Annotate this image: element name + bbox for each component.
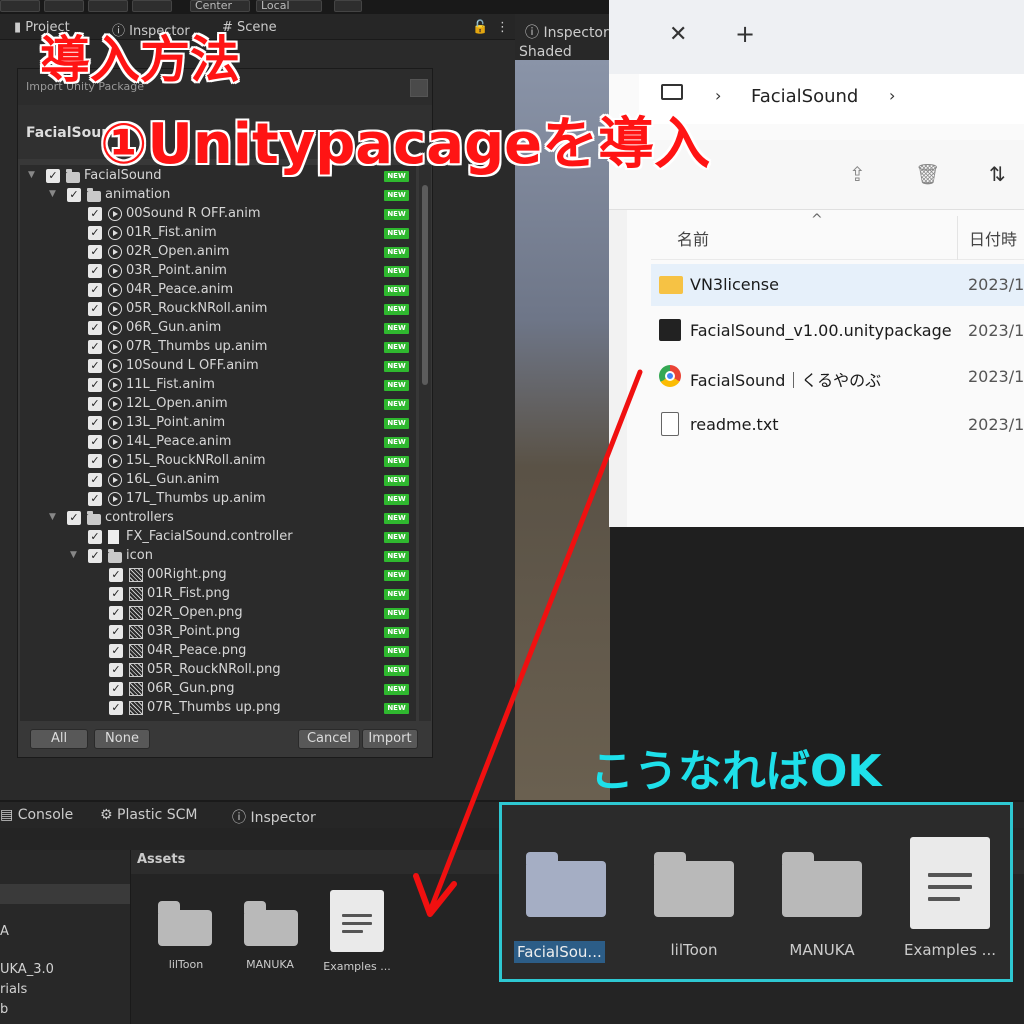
annotation-ok: こうなればOK — [590, 746, 882, 797]
screenshot-root: Center Local ▮ Project ⓘ Inspector # Sce… — [0, 0, 1024, 1024]
annotation-step: ①Unitypacageを導入 — [100, 112, 711, 177]
annotation-title: 導入方法 — [40, 31, 240, 89]
